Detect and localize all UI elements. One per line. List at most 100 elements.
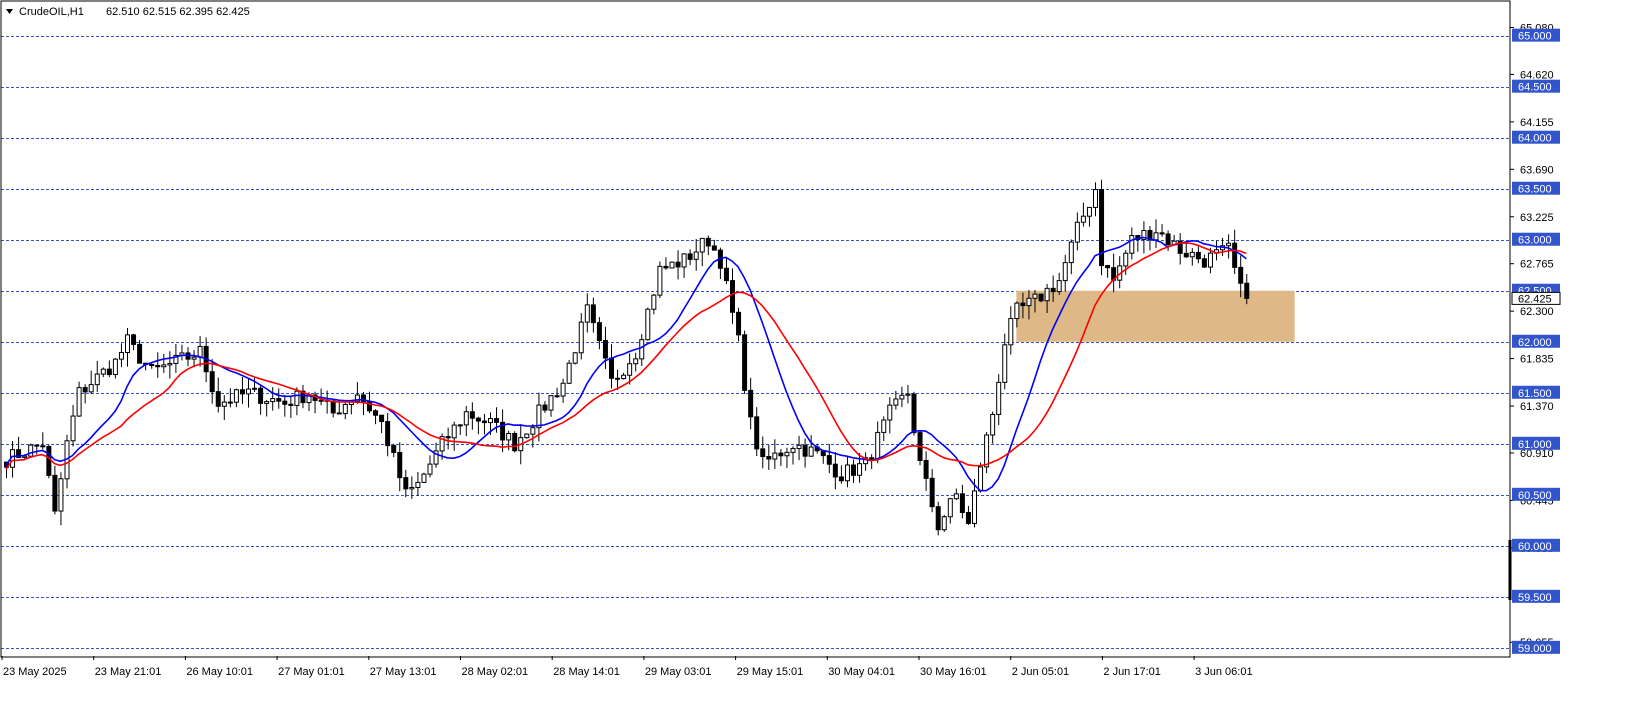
level-price-label: 61.000 — [1518, 439, 1552, 451]
candle-body — [1038, 293, 1044, 302]
candle-body — [584, 304, 590, 323]
candle-body — [711, 245, 717, 251]
time-tick-label: 2 Jun 17:01 — [1103, 666, 1161, 678]
candle-body — [651, 294, 657, 310]
candle-body — [1002, 344, 1008, 383]
level-price-label: 64.000 — [1518, 133, 1552, 145]
candle-body — [687, 253, 693, 260]
level-price-label: 60.000 — [1518, 541, 1552, 553]
candle-body — [542, 404, 548, 411]
candle-body — [118, 351, 124, 360]
candle-body — [239, 389, 245, 395]
price-tick-label: 64.155 — [1520, 117, 1554, 129]
candle-body — [766, 456, 772, 460]
candle-body — [530, 427, 536, 435]
candle-body — [657, 265, 663, 296]
candle-body — [802, 444, 808, 457]
candle-body — [1244, 282, 1250, 299]
candle-body — [167, 362, 173, 366]
candle-body — [282, 400, 288, 405]
candle-body — [742, 334, 748, 391]
candle-body — [463, 411, 469, 426]
time-tick-label: 3 Jun 06:01 — [1195, 666, 1253, 678]
candle-body — [76, 387, 82, 417]
candle-body — [808, 446, 814, 457]
candle-body — [748, 389, 754, 418]
candle-body — [621, 374, 627, 380]
candle-body — [88, 384, 94, 393]
candle-body — [844, 464, 850, 482]
candle-body — [838, 476, 844, 482]
candle-body — [34, 444, 40, 447]
candle-body — [1123, 252, 1129, 267]
time-tick-label: 28 May 14:01 — [553, 666, 620, 678]
candle-body — [1165, 233, 1171, 246]
candle-body — [149, 363, 155, 366]
candle-body — [796, 444, 802, 450]
candle-body — [161, 364, 167, 368]
candle-body — [784, 451, 790, 457]
candle-body — [1232, 242, 1238, 268]
candle-body — [1080, 215, 1086, 223]
candle-body — [566, 362, 572, 384]
candle-body — [409, 486, 415, 490]
time-tick-label: 27 May 13:01 — [370, 666, 437, 678]
candle-body — [736, 311, 742, 336]
candle-body — [475, 417, 481, 422]
candle-body — [923, 459, 929, 479]
candle-body — [681, 253, 687, 268]
candle-body — [1189, 251, 1195, 258]
level-price-label: 61.500 — [1518, 388, 1552, 400]
candle-body — [615, 377, 621, 380]
candle-body — [131, 334, 137, 345]
candle-body — [506, 432, 512, 441]
candle-body — [705, 237, 711, 247]
candle-body — [1056, 280, 1062, 293]
price-chart[interactable]: 65.08064.62064.15563.69063.22562.76562.3… — [0, 0, 1651, 719]
candle-body — [246, 388, 251, 395]
candle-body — [379, 414, 385, 423]
candle-body — [596, 322, 602, 342]
candle-body — [1226, 242, 1232, 247]
candle-body — [899, 394, 905, 400]
candle-body — [723, 267, 729, 282]
candle-body — [959, 493, 965, 514]
candle-body — [94, 373, 100, 386]
candle-body — [233, 389, 239, 403]
candle-body — [832, 463, 838, 478]
candle-body — [342, 404, 348, 415]
candle-body — [560, 382, 566, 397]
candle-body — [590, 304, 596, 324]
candle-body — [1026, 297, 1032, 307]
price-tick-label: 61.835 — [1520, 354, 1554, 366]
chart-header: CrudeOIL,H1 62.510 62.515 62.395 62.425 — [6, 6, 250, 18]
candle-body — [675, 261, 681, 268]
candle-body — [391, 445, 397, 453]
level-price-label: 59.500 — [1518, 592, 1552, 604]
candle-body — [264, 401, 270, 404]
candle-body — [330, 400, 336, 414]
candle-body — [639, 339, 645, 360]
candle-body — [336, 412, 342, 415]
candle-body — [754, 416, 760, 450]
candle-body — [403, 477, 409, 490]
candle-body — [1201, 258, 1207, 268]
time-tick-label: 30 May 16:01 — [920, 666, 987, 678]
symbol-label: CrudeOIL,H1 — [19, 6, 84, 18]
candle-body — [512, 432, 518, 452]
candle-body — [669, 261, 675, 269]
candle-body — [1093, 189, 1098, 208]
candle-body — [984, 434, 990, 468]
candle-body — [953, 493, 959, 500]
candle-body — [627, 363, 633, 376]
price-tick-label: 61.370 — [1520, 401, 1554, 413]
candle-body — [1238, 266, 1244, 284]
candle-body — [772, 452, 778, 460]
candle-body — [578, 321, 584, 354]
candle-body — [935, 506, 941, 531]
candle-body — [58, 478, 64, 512]
level-price-label: 59.000 — [1518, 643, 1552, 655]
candle-body — [100, 368, 106, 375]
candle-body — [106, 368, 112, 376]
candle-body — [221, 401, 227, 407]
